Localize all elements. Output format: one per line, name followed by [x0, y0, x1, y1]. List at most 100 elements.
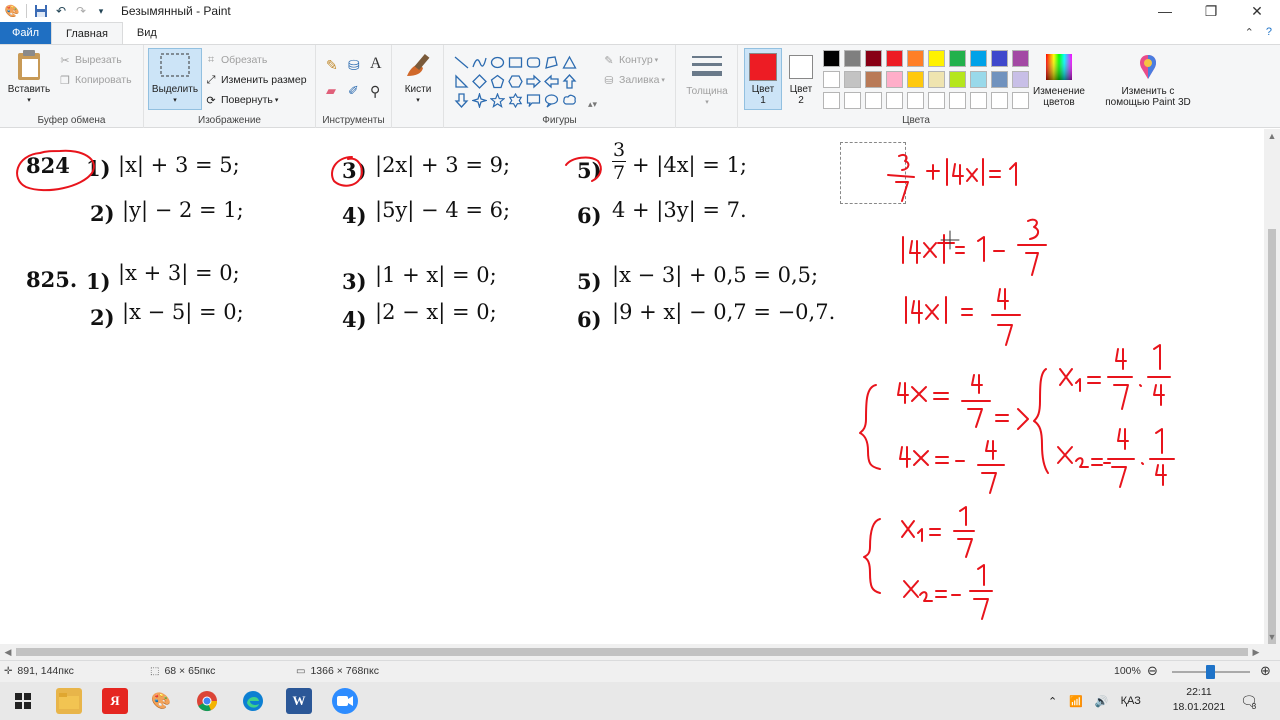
zoom-out-icon[interactable]: ⊖: [1147, 663, 1158, 679]
palette-swatch[interactable]: [970, 92, 987, 109]
up-arrow-shape-icon[interactable]: [560, 72, 578, 91]
right-arrow-shape-icon[interactable]: [524, 72, 542, 91]
save-icon[interactable]: [31, 1, 51, 21]
rotate-button[interactable]: ⟳ Повернуть ▾: [204, 93, 278, 107]
rectangle-shape-icon[interactable]: [506, 53, 524, 72]
customize-toolbar-icon[interactable]: ▾: [91, 1, 111, 21]
magnifier-icon[interactable]: ⚲: [370, 83, 380, 100]
palette-swatch[interactable]: [928, 50, 945, 67]
edge-icon[interactable]: [240, 688, 266, 714]
clock[interactable]: 22:11 18.01.2021: [1168, 685, 1230, 715]
palette-swatch[interactable]: [949, 71, 966, 88]
palette-swatch[interactable]: [1012, 92, 1029, 109]
outline-button[interactable]: ✎ Контур ▾: [602, 53, 658, 67]
line-shape-icon[interactable]: [452, 53, 470, 72]
left-arrow-shape-icon[interactable]: [542, 72, 560, 91]
polygon-shape-icon[interactable]: [542, 53, 560, 72]
color2-button[interactable]: Цвет 2: [786, 48, 816, 106]
collapse-ribbon-icon[interactable]: ⌃: [1245, 26, 1254, 39]
copy-button[interactable]: ❐ Копировать: [58, 73, 131, 87]
down-arrow-shape-icon[interactable]: [452, 91, 470, 110]
help-icon[interactable]: ?: [1266, 26, 1272, 39]
vertical-scrollbar[interactable]: ▲ ▼: [1264, 129, 1280, 669]
horizontal-scrollbar[interactable]: ◀ ▶: [0, 644, 1280, 660]
palette-swatch[interactable]: [844, 71, 861, 88]
palette-swatch[interactable]: [928, 71, 945, 88]
windows-start-icon[interactable]: [10, 688, 36, 714]
tab-file[interactable]: Файл: [0, 22, 52, 44]
brushes-button[interactable]: Кисти ▾: [400, 49, 436, 106]
palette-swatch[interactable]: [907, 92, 924, 109]
scroll-up-icon[interactable]: ▲: [1264, 131, 1280, 141]
palette-swatch[interactable]: [949, 50, 966, 67]
zoom-in-icon[interactable]: ⊕: [1260, 663, 1271, 679]
palette-swatch[interactable]: [823, 50, 840, 67]
palette-swatch[interactable]: [844, 92, 861, 109]
chrome-icon[interactable]: [194, 688, 220, 714]
palette-swatch[interactable]: [823, 71, 840, 88]
network-icon[interactable]: 📶: [1069, 695, 1083, 708]
minimize-button[interactable]: —: [1142, 0, 1188, 22]
five-point-star-shape-icon[interactable]: [488, 91, 506, 110]
rect-callout-shape-icon[interactable]: [524, 91, 542, 110]
palette-swatch[interactable]: [865, 92, 882, 109]
palette-swatch[interactable]: [865, 50, 882, 67]
palette-swatch[interactable]: [991, 50, 1008, 67]
fill-button[interactable]: ⛁ Заливка ▾: [602, 73, 665, 87]
tab-view[interactable]: Вид: [123, 22, 171, 44]
paste-button[interactable]: Вставить ▾: [6, 49, 52, 106]
oval-callout-shape-icon[interactable]: [542, 91, 560, 110]
paint-app-icon[interactable]: 🎨: [2, 1, 22, 21]
file-explorer-icon[interactable]: [56, 688, 82, 714]
text-tool-icon[interactable]: A: [370, 55, 382, 73]
right-triangle-shape-icon[interactable]: [452, 72, 470, 91]
curve-shape-icon[interactable]: [470, 53, 488, 72]
zoom-slider-thumb[interactable]: [1206, 665, 1215, 679]
pentagon-shape-icon[interactable]: [488, 72, 506, 91]
color1-button[interactable]: Цвет 1: [744, 48, 782, 110]
scroll-down-icon[interactable]: ▼: [1264, 632, 1280, 642]
four-point-star-shape-icon[interactable]: [470, 91, 488, 110]
zoom-app-icon[interactable]: [332, 688, 358, 714]
resize-button[interactable]: ⤢ Изменить размер: [204, 73, 307, 87]
undo-icon[interactable]: ↶: [51, 1, 71, 21]
select-button[interactable]: Выделить ▾: [148, 48, 202, 110]
palette-swatch[interactable]: [970, 50, 987, 67]
palette-swatch[interactable]: [907, 50, 924, 67]
vertical-scroll-thumb[interactable]: [1268, 229, 1276, 669]
oval-shape-icon[interactable]: [488, 53, 506, 72]
six-point-star-shape-icon[interactable]: [506, 91, 524, 110]
palette-swatch[interactable]: [844, 50, 861, 67]
canvas-workspace[interactable]: 824 1) |x| + 3 = 5; 2) |y| − 2 = 1; 3) |…: [0, 129, 1264, 644]
volume-icon[interactable]: 🔊: [1095, 695, 1109, 708]
yandex-browser-icon[interactable]: Я: [102, 688, 128, 714]
redo-icon[interactable]: ↷: [71, 1, 91, 21]
palette-swatch[interactable]: [928, 92, 945, 109]
eraser-icon[interactable]: ▰: [326, 83, 336, 99]
palette-swatch[interactable]: [907, 71, 924, 88]
palette-swatch[interactable]: [886, 50, 903, 67]
palette-swatch[interactable]: [865, 71, 882, 88]
paint-taskbar-icon[interactable]: 🎨: [148, 688, 174, 714]
palette-swatch[interactable]: [1012, 71, 1029, 88]
scroll-right-icon[interactable]: ▶: [1248, 644, 1264, 660]
cloud-callout-shape-icon[interactable]: [560, 91, 578, 110]
palette-swatch[interactable]: [991, 71, 1008, 88]
diamond-shape-icon[interactable]: [470, 72, 488, 91]
triangle-shape-icon[interactable]: [560, 53, 578, 72]
palette-swatch[interactable]: [1012, 50, 1029, 67]
thickness-button[interactable]: Толщина ▾: [682, 51, 732, 108]
cut-button[interactable]: ✂ Вырезать: [58, 53, 121, 67]
palette-swatch[interactable]: [991, 92, 1008, 109]
scroll-left-icon[interactable]: ◀: [0, 644, 16, 660]
shapes-scroll-icon[interactable]: ▴▾: [588, 99, 597, 110]
rounded-rectangle-shape-icon[interactable]: [524, 53, 542, 72]
paint3d-button[interactable]: Изменить с помощью Paint 3D: [1100, 51, 1196, 108]
palette-swatch[interactable]: [970, 71, 987, 88]
palette-swatch[interactable]: [886, 92, 903, 109]
action-center-button[interactable]: 🗨 3: [1240, 682, 1258, 720]
edit-colors-button[interactable]: Изменение цветов: [1028, 51, 1090, 108]
fill-bucket-icon[interactable]: ⛁: [348, 57, 360, 74]
crop-button[interactable]: ⌗ Обрезать: [204, 53, 267, 67]
horizontal-scroll-thumb[interactable]: [16, 648, 1248, 656]
